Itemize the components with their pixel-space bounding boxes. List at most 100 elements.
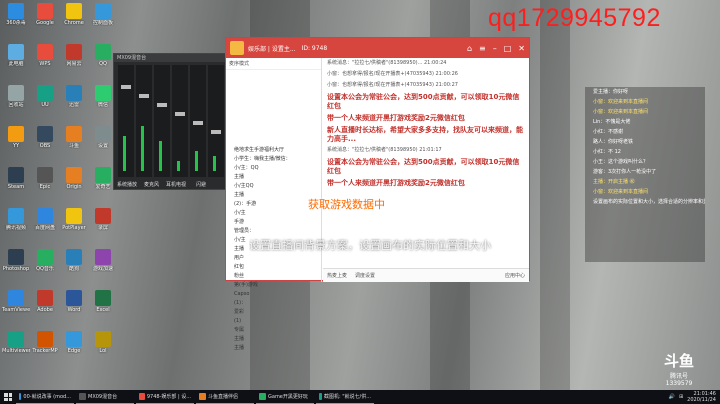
app-icon	[66, 167, 82, 183]
desktop-icon[interactable]: Excel	[89, 289, 117, 322]
desktop-icon[interactable]: Adobe	[31, 289, 59, 322]
close-icon[interactable]: ✕	[518, 44, 525, 53]
windows-start-icon[interactable]	[0, 390, 16, 404]
mixer-channel[interactable]	[118, 65, 134, 177]
app-icon	[37, 290, 53, 306]
taskbar-app-icon	[319, 393, 322, 400]
danmaku-line: 小窗：欢迎来到本直播间	[593, 189, 649, 195]
roster-item[interactable]: 手游	[234, 218, 318, 227]
desktop-icon[interactable]: Word	[60, 289, 88, 322]
desktop-icon[interactable]: 录屏	[89, 207, 117, 240]
desktop-icon[interactable]: 迅雷	[60, 84, 88, 117]
desktop-icon[interactable]: Origin	[60, 166, 88, 199]
maximize-icon[interactable]: □	[504, 44, 512, 53]
home-icon[interactable]: ⌂	[467, 44, 472, 53]
roster-item[interactable]: 主播	[234, 344, 318, 353]
desktop-icons: 360杀毒 Google Chrome 控制面板 此电脑 WPS 网易云 QQ 回收站 UU 迅雷微…	[2, 2, 120, 380]
desktop-icon[interactable]: TeamViewer	[2, 289, 30, 322]
desktop-icon-label: 游戏加速	[92, 266, 113, 272]
desktop-icon[interactable]: OBS	[31, 125, 59, 158]
desktop-icon[interactable]: 酷狗	[60, 248, 88, 281]
system-tray: 🔊 ⊞ 21:01:46 2020/11/24	[669, 391, 720, 403]
desktop-icon[interactable]: 游戏加速	[89, 248, 117, 281]
mode-label[interactable]: 麦序模式	[226, 58, 321, 70]
roster-item[interactable]: 绝地求生手游福利大厅	[234, 146, 318, 155]
desktop-icon[interactable]: Epic	[31, 166, 59, 199]
roster-item[interactable]: 第(手)游戏	[234, 281, 318, 290]
roster-item[interactable]: 小学生：嗨我主播/微信：	[234, 155, 318, 164]
fader-knob[interactable]	[139, 94, 149, 98]
desktop-icon[interactable]: UU	[31, 84, 59, 117]
roster-item[interactable]: 粉丝	[234, 272, 318, 281]
desktop-icon[interactable]: 控制面板	[89, 2, 117, 35]
roster-item[interactable]: 爱彩	[234, 308, 318, 317]
desktop-icon[interactable]: Lol	[89, 330, 117, 363]
desktop-icon[interactable]: WPS	[31, 43, 59, 76]
roster-item[interactable]: 小/主：QQ	[234, 164, 318, 173]
fader-knob[interactable]	[175, 112, 185, 116]
fader-knob[interactable]	[193, 121, 203, 125]
desktop-icon[interactable]: 腾讯视频	[2, 207, 30, 240]
fader-knob[interactable]	[211, 130, 221, 134]
desktop-icon[interactable]: 网易云	[60, 43, 88, 76]
desktop-icon[interactable]: Chrome	[60, 2, 88, 35]
desktop-icon[interactable]: Multiviewer	[2, 330, 30, 363]
desktop-icon[interactable]: 回收站	[2, 84, 30, 117]
mixer-channel[interactable]	[172, 65, 188, 177]
menu-icon[interactable]: ≡	[479, 44, 486, 53]
mixer-channel[interactable]	[190, 65, 206, 177]
room-titlebar[interactable]: 娱乐部 | 设置主... ID: 9748 ⌂ ≡ – □ ✕	[226, 38, 529, 58]
taskbar-app[interactable]: 截图机: "就说七/供...	[316, 390, 374, 404]
roster-item[interactable]: 小/主	[234, 209, 318, 218]
desktop-icon-label: 录屏	[97, 225, 108, 231]
app-center-button[interactable]: 应用中心	[505, 272, 525, 279]
roster-item[interactable]: 专属	[234, 326, 318, 335]
roster-item[interactable]: Capso	[234, 290, 318, 299]
danmaku-line: 小红：不 12	[593, 149, 621, 155]
desktop-icon[interactable]: YY	[2, 125, 30, 158]
roster-item[interactable]: 主播	[234, 173, 318, 182]
taskbar-app[interactable]: 斗鱼直播伴侣	[196, 390, 254, 404]
desktop-icon[interactable]: TrackerMP	[31, 330, 59, 363]
taskbar-app[interactable]: MX09混音台	[76, 390, 134, 404]
desktop-icon-label: Steam	[7, 184, 25, 190]
fader-knob[interactable]	[157, 103, 167, 107]
desktop-icon[interactable]: Edge	[60, 330, 88, 363]
mixer-channel[interactable]	[136, 65, 152, 177]
chat-notice: 带一个人来频道开黑打游戏奖励2元微信红包	[327, 114, 465, 122]
taskbar-app[interactable]: Game开黑更好玩	[256, 390, 314, 404]
mixer-window[interactable]: MX09混音台 系统播放 麦克风 耳机电视 闪避	[113, 53, 229, 190]
roster-item[interactable]: 红包	[234, 263, 318, 272]
roster-item[interactable]: (2)：手游	[234, 200, 318, 209]
taskbar-app[interactable]: 00-就说改事 (mod...	[16, 390, 74, 404]
desktop-icon[interactable]: 此电脑	[2, 43, 30, 76]
roster-item[interactable]: 用户	[234, 254, 318, 263]
desktop-icon[interactable]: 百度网盘	[31, 207, 59, 240]
fader-knob[interactable]	[121, 85, 131, 89]
taskbar-app[interactable]: 9748-娱乐部 | 设...	[136, 390, 194, 404]
roster-item[interactable]: (1)	[234, 317, 318, 326]
desktop-icon[interactable]: Google	[31, 2, 59, 35]
taskbar-app-label: 9748-娱乐部 | 设...	[146, 394, 191, 400]
roster-item[interactable]: 主播	[234, 191, 318, 200]
roster-item[interactable]: (1)：	[234, 299, 318, 308]
mixer-channel[interactable]	[154, 65, 170, 177]
volume-icon[interactable]: 🔊	[669, 394, 675, 400]
roster-item[interactable]: 主播	[234, 335, 318, 344]
desktop-icon[interactable]: Steam	[2, 166, 30, 199]
roster-item[interactable]: 小/主QQ	[234, 182, 318, 191]
desktop-icon[interactable]: QQ音乐	[31, 248, 59, 281]
danmaku-line: 爱主播：你好呀	[593, 89, 629, 95]
roster-item[interactable]: 管理员：	[234, 227, 318, 236]
clock[interactable]: 21:01:46 2020/11/24	[687, 391, 716, 403]
network-icon[interactable]: ⊞	[679, 394, 683, 400]
app-icon	[8, 167, 24, 183]
desktop-icon[interactable]: 360杀毒	[2, 2, 30, 35]
desktop-icon[interactable]: PotPlayer	[60, 207, 88, 240]
mic-button[interactable]: 热麦上麦	[327, 272, 347, 279]
dispatch-button[interactable]: 调度设置	[355, 272, 375, 279]
minimize-icon[interactable]: –	[493, 44, 497, 53]
desktop-icon[interactable]: 斗鱼	[60, 125, 88, 158]
desktop-icon[interactable]: Photoshop	[2, 248, 30, 281]
mixer-channel[interactable]	[208, 65, 224, 177]
